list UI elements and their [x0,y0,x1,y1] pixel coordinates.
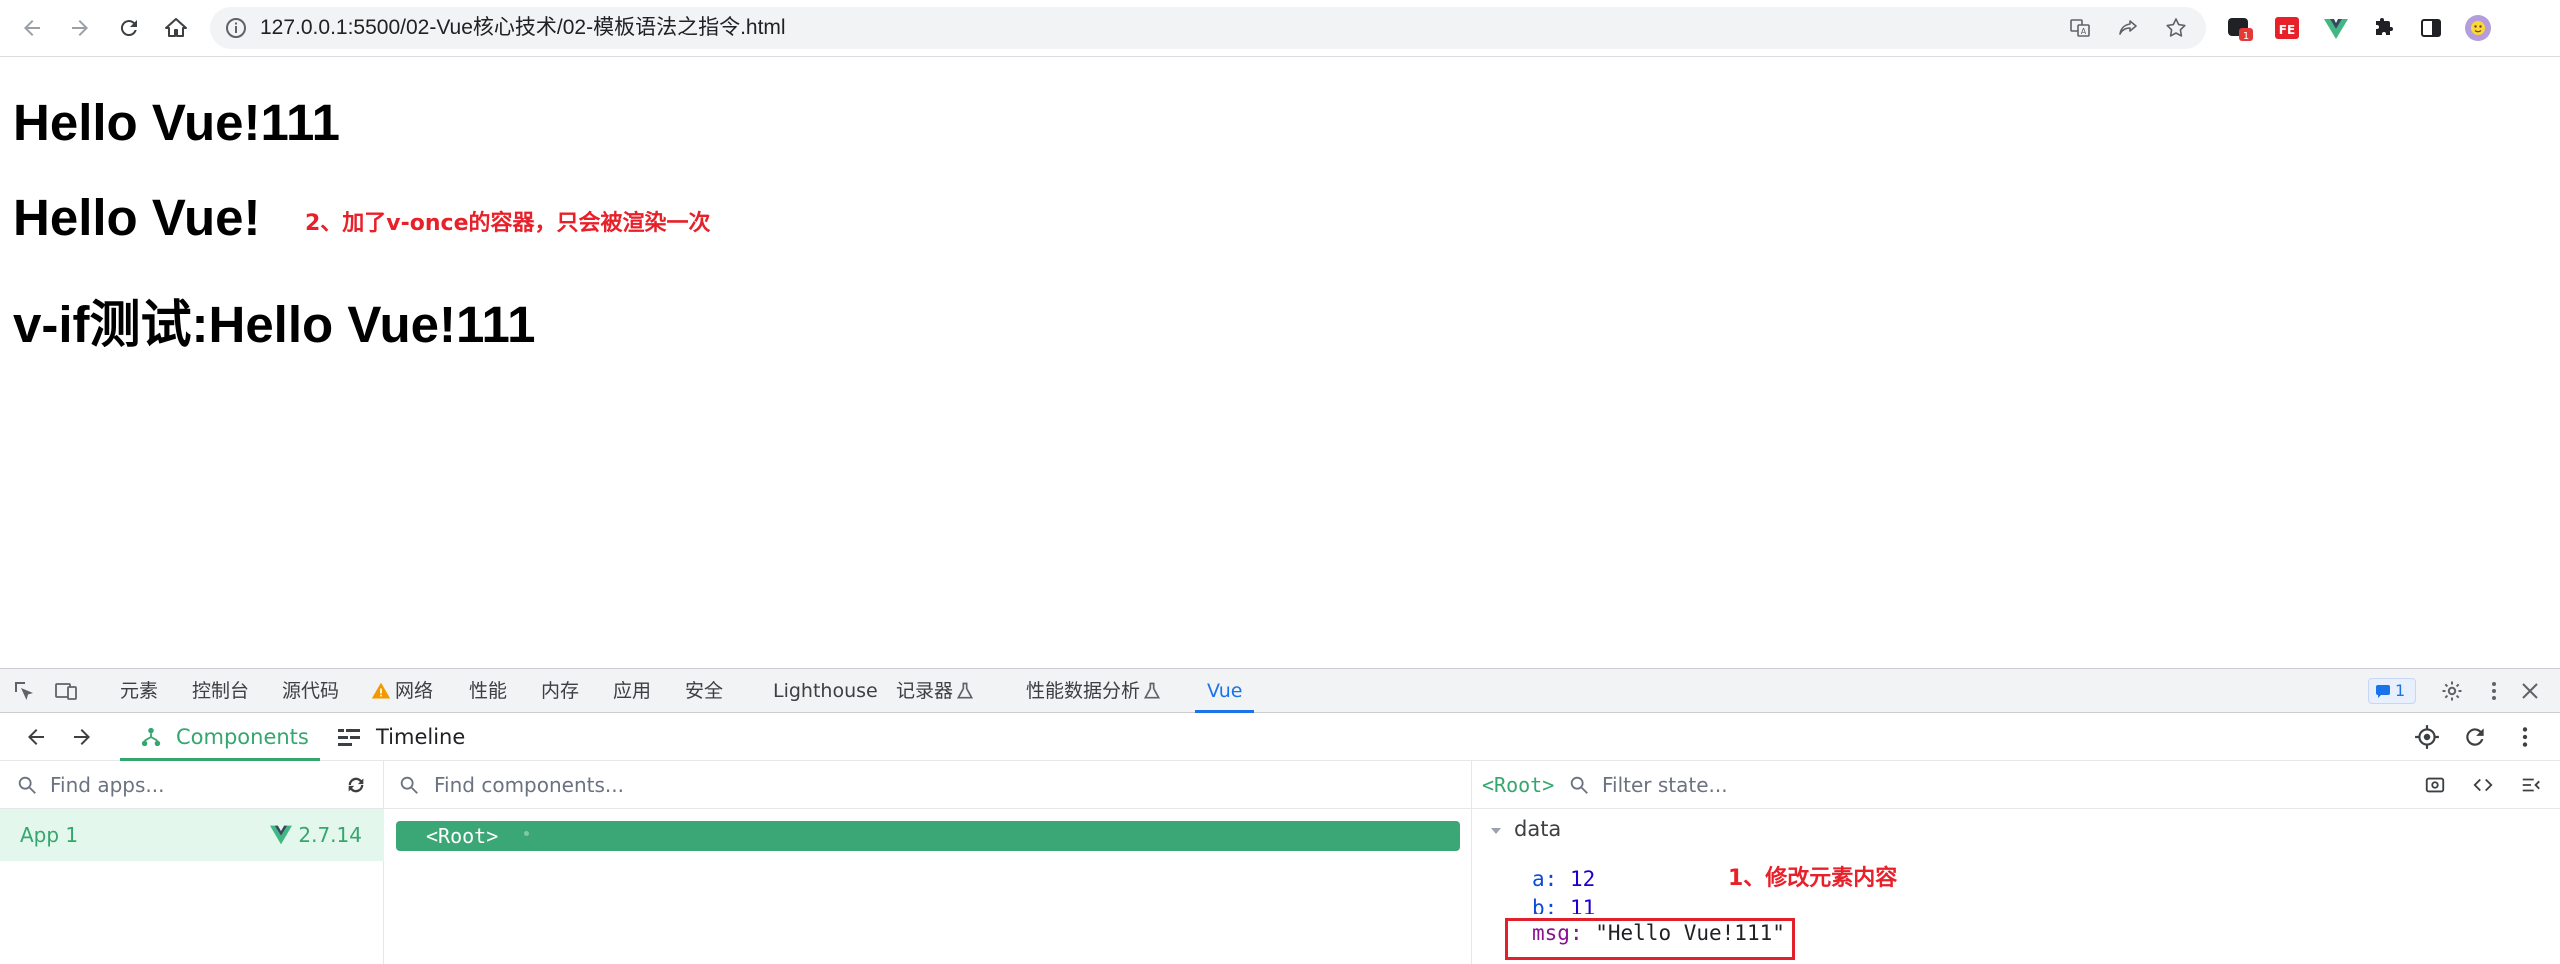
apps-pane: App 1 2.7.14 [0,761,384,964]
translate-icon[interactable]: A [2068,16,2092,40]
issues-counter[interactable]: 1 [2368,678,2416,704]
devtools-panel: 元素 控制台 源代码 网络 性能 内存 应用 安全 Lighthouse 记录器… [0,668,2560,964]
profile-avatar[interactable] [2464,14,2492,42]
reload-button[interactable] [111,10,147,46]
filter-state-row: <Root> [1472,761,2560,809]
settings-gear-icon[interactable] [2440,679,2464,703]
message-icon [2376,685,2390,698]
tab-memory[interactable]: 内存 [541,669,579,713]
side-panel-icon[interactable] [2417,14,2445,42]
tab-console[interactable]: 控制台 [192,669,249,713]
state-row-b[interactable]: b: 11 [1532,896,1595,914]
back-button[interactable] [14,10,50,46]
browser-toolbar: 127.0.0.1:5500/02-Vue核心技术/02-模板语法之指令.htm… [0,0,2560,57]
state-row-a[interactable]: a: 12 [1532,867,1595,891]
more-vertical-icon[interactable] [2512,724,2538,750]
extensions-puzzle-icon[interactable] [2369,14,2397,42]
flask-icon [956,682,974,699]
caret-down-icon [1491,828,1501,834]
find-apps-row [0,761,383,809]
svg-text:FE: FE [2279,23,2295,37]
search-icon [1570,776,1588,794]
search-icon [18,776,36,794]
arrow-right-icon [72,20,88,36]
find-components-input[interactable] [434,769,1411,801]
forward-button[interactable] [62,10,98,46]
tab-sources[interactable]: 源代码 [282,669,339,713]
heading-v-if: v-if测试:Hello Vue!111 [13,296,536,353]
tab-timeline-label: Timeline [376,725,466,749]
tab-application[interactable]: 应用 [613,669,651,713]
vue-logo-icon [270,825,292,845]
bookmark-star-icon[interactable] [2164,16,2188,40]
warning-icon [371,682,391,699]
heading-msg: Hello Vue!111 [13,94,340,151]
extension-badge-icon[interactable]: 1 [2226,14,2254,42]
select-component-target-icon[interactable] [2414,724,2440,750]
tab-network[interactable]: 网络 [395,669,433,713]
issues-count: 1 [2395,681,2406,700]
state-key: a [1532,867,1545,891]
home-icon [165,18,187,37]
vue-devtools-icon[interactable] [2322,14,2350,42]
devtools-tab-bar: 元素 控制台 源代码 网络 性能 内存 应用 安全 Lighthouse 记录器… [0,669,2560,713]
timeline-icon [338,729,360,746]
filter-state-input[interactable] [1602,769,2302,801]
forward-arrow-icon[interactable] [70,725,94,749]
tab-lighthouse[interactable]: Lighthouse [773,669,878,713]
sync-icon[interactable] [345,774,367,796]
home-button[interactable] [158,10,194,46]
find-components-row [384,761,1471,809]
address-bar[interactable]: 127.0.0.1:5500/02-Vue核心技术/02-模板语法之指令.htm… [210,7,2206,49]
refresh-icon[interactable] [2462,724,2488,750]
component-dot [524,831,529,836]
flask-icon [1143,682,1161,699]
tab-elements[interactable]: 元素 [120,669,158,713]
annotation-edit-element: 1、修改元素内容 [1728,866,1898,891]
tab-vue[interactable]: Vue [1195,669,1255,713]
tab-components-label: Components [176,725,309,749]
vue-version: 2.7.14 [298,823,362,847]
collapse-lines-icon[interactable] [2520,774,2542,796]
share-icon[interactable] [2116,16,2140,40]
device-toolbar-icon[interactable] [54,679,78,703]
reload-icon [120,20,137,37]
svg-text:A: A [2081,27,2087,36]
search-icon [400,776,418,794]
tab-timeline[interactable]: Timeline [336,713,476,761]
close-icon[interactable] [2518,679,2542,703]
tab-performance-insights[interactable]: 性能数据分析 [1026,669,1140,713]
url-text[interactable]: 127.0.0.1:5500/02-Vue核心技术/02-模板语法之指令.htm… [260,7,786,49]
data-section-label: data [1514,817,1562,841]
inspect-element-icon[interactable] [12,679,36,703]
info-icon[interactable] [224,16,248,40]
component-tree-pane: <Root> [384,761,1472,964]
tab-recorder[interactable]: 记录器 [896,669,953,713]
component-tree-icon [141,727,161,747]
app-name: App 1 [20,823,79,847]
page-content: Hello Vue!111 Hello Vue! 2、加了v-once的容器，只… [0,57,2560,667]
more-vertical-icon[interactable] [2482,679,2506,703]
find-apps-input[interactable] [50,769,323,801]
highlight-box [1505,918,1795,960]
annotation-v-once: 2、加了v-once的容器，只会被渲染一次 [305,211,711,236]
state-key: b [1532,896,1545,914]
arrow-left-icon [24,20,40,36]
tab-security[interactable]: 安全 [685,669,723,713]
code-icon[interactable] [2472,774,2494,796]
state-value: 12 [1569,867,1596,891]
heading-v-once: Hello Vue! [13,189,261,246]
back-arrow-icon[interactable] [24,725,48,749]
tab-components[interactable]: Components [120,713,320,761]
state-value: 11 [1569,896,1596,914]
component-tree-item-root[interactable]: <Root> [396,821,1460,851]
fe-helper-icon[interactable]: FE [2273,14,2301,42]
app-list-item[interactable]: App 1 2.7.14 [0,809,384,861]
tab-performance[interactable]: 性能 [469,669,507,713]
svg-text:1: 1 [2243,31,2249,42]
vue-devtools-header: Components Timeline [0,713,2560,761]
inspect-dom-icon[interactable] [2424,774,2446,796]
root-component-label: <Root> [426,824,499,848]
selected-component-name: <Root> [1482,773,1555,797]
